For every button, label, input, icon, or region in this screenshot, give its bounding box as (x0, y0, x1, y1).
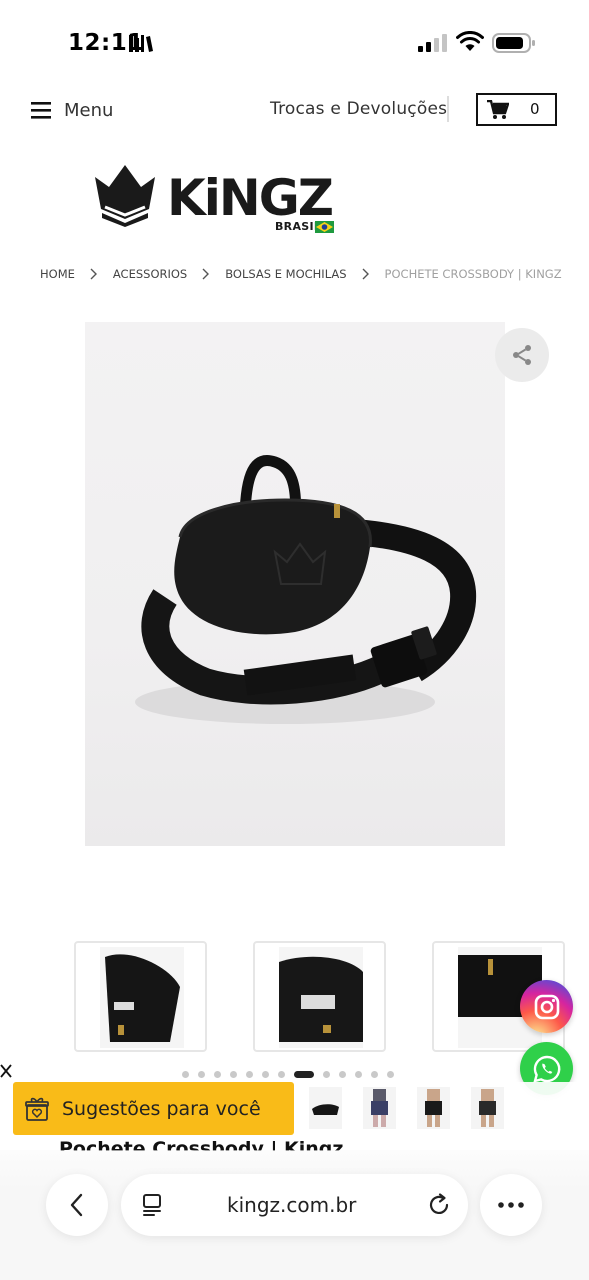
browser-toolbar: kingz.com.br (0, 1150, 589, 1280)
pagination-dot[interactable] (371, 1071, 378, 1078)
breadcrumb-bags[interactable]: BOLSAS E MOCHILAS (225, 267, 346, 281)
back-icon (70, 1193, 83, 1217)
chevron-right-icon (362, 268, 370, 280)
book-icon (129, 35, 153, 52)
product-photo-bag (135, 455, 477, 724)
cart-icon (487, 100, 509, 119)
pagination-dot[interactable] (387, 1071, 394, 1078)
thumbnail-image (100, 947, 184, 1048)
menu-label: Menu (64, 99, 114, 121)
reload-icon[interactable] (426, 1192, 452, 1218)
more-icon (498, 1202, 524, 1208)
pagination-dot[interactable] (323, 1071, 330, 1078)
whatsapp-icon (532, 1055, 560, 1083)
battery-icon (492, 33, 535, 53)
pagination-dot[interactable] (246, 1071, 253, 1078)
suggestions-button[interactable]: Sugestões para você (13, 1082, 294, 1135)
close-icon[interactable] (0, 1062, 14, 1080)
suggestions-bar: Sugestões para você (0, 1082, 589, 1138)
share-icon (513, 345, 531, 365)
signal-icon (418, 34, 447, 52)
thumbnail-image (279, 947, 363, 1048)
share-button[interactable] (495, 328, 549, 382)
pagination-dot[interactable] (355, 1071, 362, 1078)
status-bar: 12:11 (0, 0, 589, 88)
breadcrumb-current: POCHETE CROSSBODY | KINGZ (384, 267, 562, 281)
chevron-right-icon (202, 268, 210, 280)
pagination-dot-active[interactable] (294, 1071, 314, 1078)
suggestion-thumb-4[interactable] (471, 1087, 504, 1129)
pagination-dot[interactable] (214, 1071, 221, 1078)
crown-icon (95, 165, 155, 227)
thumbnail-strip (74, 941, 589, 1053)
pagination-dot[interactable] (339, 1071, 346, 1078)
more-options-button[interactable] (480, 1174, 542, 1236)
hamburger-icon (31, 102, 51, 119)
logo-wordmark: KiNGZ (167, 169, 334, 227)
tabs-icon (143, 1194, 161, 1216)
breadcrumb-accessories[interactable]: ACESSORIOS (113, 267, 187, 281)
address-bar[interactable]: kingz.com.br (121, 1174, 468, 1236)
pagination-dot[interactable] (278, 1071, 285, 1078)
suggestion-thumb-3[interactable] (417, 1087, 450, 1129)
suggestion-thumb-1[interactable] (309, 1087, 342, 1129)
suggestion-thumb-2[interactable] (363, 1087, 396, 1129)
breadcrumb: HOME ACESSORIOS BOLSAS E MOCHILAS POCHET… (40, 267, 562, 281)
brazil-flag-icon (315, 221, 334, 233)
product-main-image[interactable] (85, 322, 505, 846)
cart-button[interactable]: 0 (476, 93, 557, 126)
gallery-pagination (182, 1071, 403, 1078)
suggestions-label: Sugestões para você (62, 1097, 261, 1120)
product-title: Pochete Crossbody | Kingz (59, 1138, 344, 1151)
pagination-dot[interactable] (230, 1071, 237, 1078)
cart-count: 0 (530, 100, 540, 118)
pagination-dot[interactable] (198, 1071, 205, 1078)
instagram-button[interactable] (520, 980, 573, 1033)
menu-button[interactable]: Menu (30, 96, 113, 124)
instagram-icon (534, 994, 559, 1019)
site-header: Menu Trocas e Devoluções 0 (0, 88, 589, 138)
back-button[interactable] (46, 1174, 108, 1236)
pagination-dot[interactable] (182, 1071, 189, 1078)
thumbnail-2[interactable] (253, 941, 386, 1052)
breadcrumb-home[interactable]: HOME (40, 267, 75, 281)
wifi-icon (456, 31, 484, 51)
gift-icon (25, 1097, 49, 1121)
url-text: kingz.com.br (227, 1193, 357, 1217)
exchanges-returns-link[interactable]: Trocas e Devoluções (270, 99, 447, 119)
pagination-dot[interactable] (262, 1071, 269, 1078)
thumbnail-1[interactable] (74, 941, 207, 1052)
chevron-right-icon (90, 268, 98, 280)
brand-logo[interactable]: KiNGZ BRASIL (93, 160, 338, 240)
header-divider (447, 96, 449, 122)
